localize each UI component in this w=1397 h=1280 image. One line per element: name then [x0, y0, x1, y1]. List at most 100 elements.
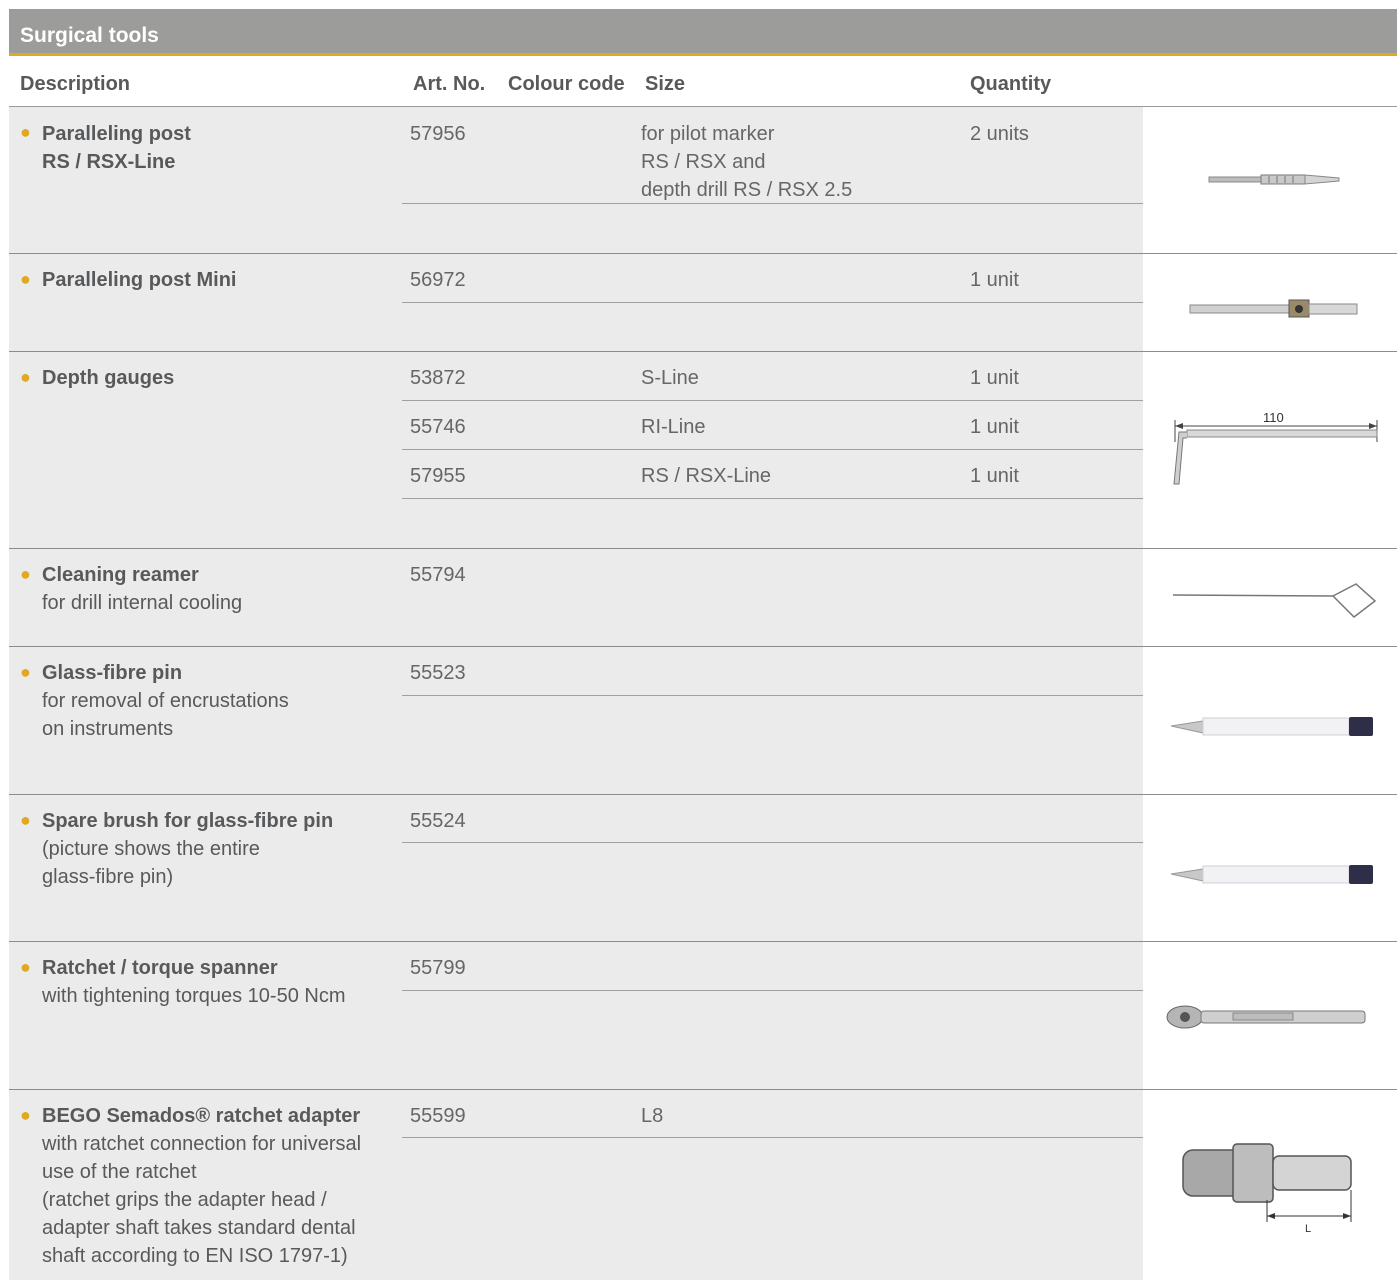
- depth-gauge-image: 110: [1173, 410, 1378, 485]
- image-cell: 110: [1143, 352, 1397, 548]
- sub-divider: [402, 449, 1143, 450]
- item-note: (picture shows the entire: [42, 838, 260, 860]
- item-description: Spare brush for glass-fibre pin (picture…: [42, 807, 333, 891]
- bullet: ●: [20, 662, 31, 682]
- art-no: 56972: [410, 269, 466, 291]
- item-description: BEGO Semados® ratchet adapter with ratch…: [42, 1102, 361, 1270]
- bullet: ●: [20, 810, 31, 830]
- sub-divider: [402, 990, 1143, 991]
- image-cell: [1143, 107, 1397, 253]
- item-name: Spare brush for glass-fibre pin: [42, 810, 334, 832]
- image-cell: L: [1143, 1090, 1397, 1280]
- sub-divider: [402, 498, 1143, 499]
- item-description: Paralleling post RS / RSX-Line: [42, 120, 191, 176]
- table-row: ● Ratchet / torque spanner with tighteni…: [9, 942, 1397, 1090]
- item-note: glass-fibre pin): [42, 866, 174, 888]
- item-description: Glass-fibre pin for removal of encrustat…: [42, 659, 289, 743]
- item-name: Paralleling post: [42, 123, 191, 145]
- glass-fibre-pin-image: [1170, 717, 1373, 736]
- item-note: adapter shaft takes standard dental: [42, 1217, 356, 1239]
- item-note: shaft according to EN ISO 1797-1): [42, 1245, 348, 1267]
- sub-divider: [402, 302, 1143, 303]
- item-name: RS / RSX-Line: [42, 151, 176, 173]
- sub-divider: [402, 203, 1143, 204]
- art-no: 55599: [410, 1105, 466, 1127]
- bullet: ●: [20, 957, 31, 977]
- header-quantity: Quantity: [970, 73, 1052, 95]
- art-no: 55799: [410, 957, 466, 979]
- header-description: Description: [20, 73, 131, 95]
- quantity: 1 unit: [970, 416, 1019, 438]
- art-no: 57956: [410, 123, 466, 145]
- dimension-label: L: [1305, 1223, 1311, 1235]
- size-line: for pilot marker: [641, 123, 775, 145]
- dimension-label: 110: [1263, 410, 1284, 425]
- item-note: with ratchet connection for universal: [42, 1133, 362, 1155]
- image-cell: [1143, 549, 1397, 646]
- quantity: 1 unit: [970, 367, 1019, 389]
- ratchet-image: [1166, 1005, 1366, 1029]
- sub-divider: [402, 695, 1143, 696]
- item-name: Ratchet / torque spanner: [42, 957, 278, 979]
- quantity: 1 unit: [970, 269, 1019, 291]
- bullet: ●: [20, 1105, 31, 1125]
- item-note: on instruments: [42, 718, 174, 740]
- bullet: ●: [20, 564, 31, 584]
- size: RS / RSX-Line: [641, 465, 772, 487]
- cleaning-reamer-image: [1172, 583, 1377, 618]
- sub-divider: [402, 400, 1143, 401]
- size: S-Line: [641, 367, 699, 389]
- item-note: with tightening torques 10-50 Ncm: [42, 985, 346, 1007]
- item-description: Depth gauges: [42, 364, 174, 392]
- paralleling-post-mini-image: [1189, 299, 1358, 318]
- bullet: ●: [20, 269, 31, 289]
- item-description: Paralleling post Mini: [42, 266, 236, 294]
- table-row: ● Cleaning reamer for drill internal coo…: [9, 549, 1397, 647]
- table-row: ● BEGO Semados® ratchet adapter with rat…: [9, 1090, 1397, 1280]
- item-description: Ratchet / torque spanner with tightening…: [42, 954, 346, 1010]
- item-name: Depth gauges: [42, 367, 175, 389]
- art-no: 57955: [410, 465, 466, 487]
- size: L8: [641, 1105, 664, 1127]
- image-cell: [1143, 254, 1397, 351]
- size-line: depth drill RS / RSX 2.5: [641, 179, 853, 201]
- item-name: Cleaning reamer: [42, 564, 199, 586]
- quantity: 1 unit: [970, 465, 1019, 487]
- size-line: RS / RSX and: [641, 151, 766, 173]
- sub-divider: [402, 1137, 1143, 1138]
- bullet: ●: [20, 122, 31, 142]
- item-name: BEGO Semados® ratchet adapter: [42, 1105, 361, 1127]
- table-row: ● Depth gauges 53872 S-Line 1 unit 55746…: [9, 352, 1397, 549]
- art-no: 53872: [410, 367, 466, 389]
- bullet: ●: [20, 367, 31, 387]
- art-no: 55524: [410, 810, 466, 832]
- table-row: ● Glass-fibre pin for removal of encrust…: [9, 647, 1397, 795]
- size: RI-Line: [641, 416, 706, 438]
- section-title: Surgical tools: [20, 24, 159, 47]
- quantity: 2 units: [970, 123, 1029, 145]
- table-row: ● Spare brush for glass-fibre pin (pictu…: [9, 795, 1397, 942]
- paralleling-post-image: [1208, 174, 1340, 185]
- header-colour-code: Colour code: [508, 73, 625, 95]
- art-no: 55794: [410, 564, 466, 586]
- art-no: 55523: [410, 662, 466, 684]
- ratchet-adapter-image: L: [1182, 1143, 1352, 1235]
- item-note: for drill internal cooling: [42, 592, 243, 614]
- table-row: ● Paralleling post Mini 56972 1 unit: [9, 254, 1397, 352]
- image-cell: [1143, 647, 1397, 794]
- table-row: ● Paralleling post RS / RSX-Line 57956 f…: [9, 107, 1397, 254]
- sub-divider: [402, 842, 1143, 843]
- item-name: Glass-fibre pin: [42, 662, 183, 684]
- image-cell: [1143, 942, 1397, 1089]
- size: for pilot marker RS / RSX and depth dril…: [641, 120, 852, 204]
- section-title-bar: Surgical tools: [9, 9, 1397, 56]
- spare-brush-image: [1170, 865, 1373, 884]
- image-cell: [1143, 795, 1397, 941]
- item-note: use of the ratchet: [42, 1161, 197, 1183]
- item-name: Paralleling post Mini: [42, 269, 237, 291]
- art-no: 55746: [410, 416, 466, 438]
- item-description: Cleaning reamer for drill internal cooli…: [42, 561, 242, 617]
- header-size: Size: [645, 73, 686, 95]
- header-art-no: Art. No.: [413, 73, 486, 95]
- item-note: for removal of encrustations: [42, 690, 289, 712]
